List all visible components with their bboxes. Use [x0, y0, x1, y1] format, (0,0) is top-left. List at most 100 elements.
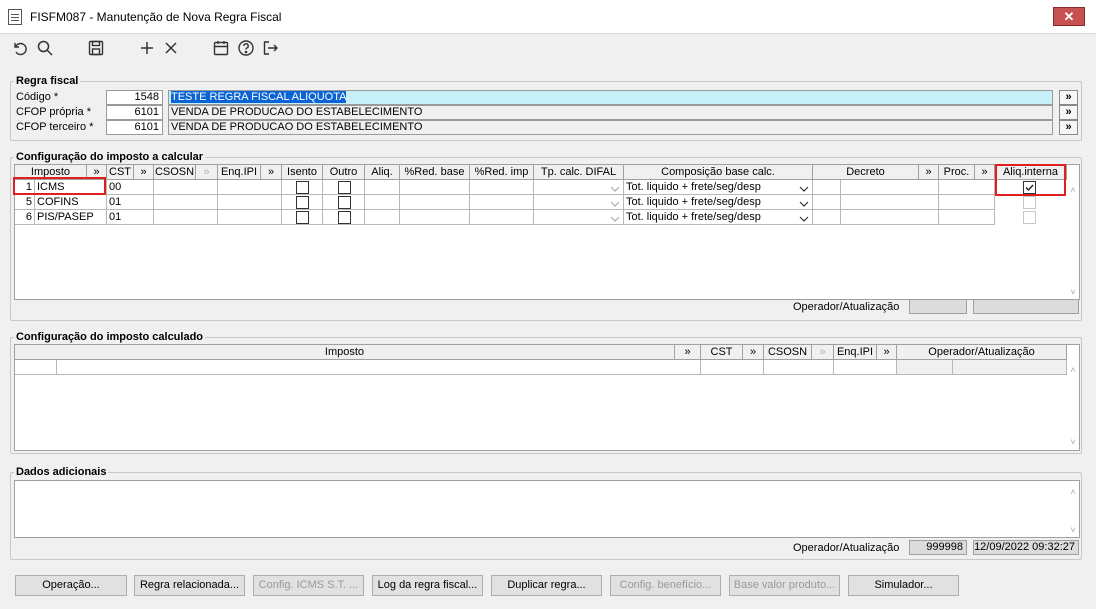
header-decreto-lookup[interactable]: » — [919, 165, 939, 180]
codigo-lookup-button[interactable]: » — [1059, 90, 1078, 105]
header-tp-calc-difal[interactable]: Tp. calc. DIFAL — [534, 165, 624, 180]
header-decreto[interactable]: Decreto — [813, 165, 919, 180]
row-cst[interactable]: 01 — [107, 210, 154, 225]
imposto-calculado-label: Configuração do imposto calculado — [14, 331, 206, 343]
row-cst[interactable] — [701, 360, 764, 375]
isento-checkbox[interactable] — [296, 181, 309, 194]
header-outro[interactable]: Outro — [323, 165, 365, 180]
header-enq-ipi-lookup[interactable]: » — [261, 165, 282, 180]
close-button[interactable]: ✕ — [1053, 7, 1085, 26]
row-aliq[interactable] — [365, 180, 400, 195]
header-proc-lookup[interactable]: » — [975, 165, 995, 180]
isento-checkbox[interactable] — [296, 196, 309, 209]
codigo-description-field[interactable]: TESTE REGRA FISCAL ALIQUOTA — [168, 90, 1053, 105]
row-csosn[interactable] — [154, 210, 218, 225]
header-isento[interactable]: Isento — [282, 165, 323, 180]
header-cst-lookup[interactable]: » — [134, 165, 154, 180]
row-enq-ipi[interactable] — [218, 210, 282, 225]
outro-checkbox[interactable] — [338, 181, 351, 194]
row-csosn[interactable] — [154, 195, 218, 210]
row-red-base[interactable] — [400, 195, 470, 210]
row-decreto[interactable] — [841, 180, 939, 195]
header-cst[interactable]: CST — [107, 165, 134, 180]
scroll-down-icon[interactable]: ˅ — [1067, 287, 1079, 297]
row-red-imp[interactable] — [470, 210, 534, 225]
cfop-terceiro-label: CFOP terceiro * — [16, 121, 94, 133]
header-enq-ipi[interactable]: Enq.IPI — [218, 165, 261, 180]
simulador-button[interactable]: Simulador... — [848, 575, 959, 596]
cfop-propria-lookup-button[interactable]: » — [1059, 105, 1078, 120]
operacao-button[interactable]: Operação... — [15, 575, 127, 596]
row-red-base[interactable] — [400, 180, 470, 195]
help-icon[interactable] — [235, 37, 257, 59]
cfop-propria-field[interactable]: 6101 — [106, 105, 163, 120]
row-red-imp[interactable] — [470, 195, 534, 210]
row-csosn[interactable] — [154, 180, 218, 195]
isento-checkbox[interactable] — [296, 211, 309, 224]
row-operador — [897, 360, 953, 375]
log-regra-fiscal-button[interactable]: Log da regra fiscal... — [372, 575, 483, 596]
chevron-down-icon — [610, 186, 620, 192]
header-red-base[interactable]: %Red. base — [400, 165, 470, 180]
undo-icon[interactable] — [9, 37, 31, 59]
row-decreto[interactable] — [841, 195, 939, 210]
row-red-base[interactable] — [400, 210, 470, 225]
duplicar-regra-button[interactable]: Duplicar regra... — [491, 575, 602, 596]
header-imposto[interactable]: Imposto — [15, 345, 675, 360]
row-proc[interactable] — [939, 180, 995, 195]
cfop-terceiro-field[interactable]: 6101 — [106, 120, 163, 135]
calendar-icon[interactable] — [210, 37, 232, 59]
header-cst[interactable]: CST — [701, 345, 743, 360]
atualizacao-value: 12/09/2022 09:32:27 — [973, 540, 1079, 555]
row-proc[interactable] — [939, 195, 995, 210]
row-imposto[interactable]: PIS/PASEP — [35, 210, 107, 225]
row-enq-ipi[interactable] — [834, 360, 897, 375]
row-proc[interactable] — [939, 210, 995, 225]
row-aliq[interactable] — [365, 195, 400, 210]
cfop-propria-description: VENDA DE PRODUCAO DO ESTABELECIMENTO — [168, 105, 1053, 120]
header-csosn[interactable]: CSOSN — [764, 345, 812, 360]
row-composicao-select[interactable]: Tot. liquido + frete/seg/desp — [624, 210, 813, 225]
scroll-down-icon[interactable]: ˅ — [1067, 525, 1079, 535]
row-composicao-select[interactable]: Tot. liquido + frete/seg/desp — [624, 195, 813, 210]
row-enq-ipi[interactable] — [218, 180, 282, 195]
scroll-up-icon[interactable]: ˄ — [1067, 365, 1079, 375]
header-composicao[interactable]: Composição base calc. — [624, 165, 813, 180]
header-csosn[interactable]: CSOSN — [154, 165, 196, 180]
scroll-up-icon[interactable]: ˄ — [1067, 487, 1079, 497]
row-decreto[interactable] — [841, 210, 939, 225]
delete-icon[interactable] — [160, 37, 182, 59]
header-operador[interactable]: Operador/Atualização — [897, 345, 1067, 360]
outro-checkbox[interactable] — [338, 211, 351, 224]
row-red-imp[interactable] — [470, 180, 534, 195]
header-imposto-lookup[interactable]: » — [675, 345, 701, 360]
row-imposto[interactable] — [57, 360, 701, 375]
search-icon[interactable] — [34, 37, 56, 59]
row-aliq[interactable] — [365, 210, 400, 225]
dados-adicionais-textarea[interactable]: ˄ ˅ — [14, 480, 1080, 538]
add-icon[interactable] — [136, 37, 158, 59]
cfop-terceiro-lookup-button[interactable]: » — [1059, 120, 1078, 135]
row-composicao-select[interactable]: Tot. liquido + frete/seg/desp — [624, 180, 813, 195]
operador-label: Operador/Atualização — [793, 542, 900, 554]
row-cst[interactable]: 01 — [107, 195, 154, 210]
header-cst-lookup[interactable]: » — [743, 345, 764, 360]
header-enq-ipi[interactable]: Enq.IPI — [834, 345, 877, 360]
imposto-calculado-table: Imposto » CST » CSOSN » Enq.IPI » Operad… — [14, 344, 1080, 451]
header-aliq[interactable]: Aliq. — [365, 165, 400, 180]
row-csosn[interactable] — [764, 360, 834, 375]
header-csosn-lookup: » — [196, 165, 218, 180]
save-icon[interactable] — [85, 37, 107, 59]
scroll-down-icon[interactable]: ˅ — [1067, 437, 1079, 447]
header-red-imp[interactable]: %Red. imp — [470, 165, 534, 180]
codigo-field[interactable]: 1548 — [106, 90, 163, 105]
header-proc[interactable]: Proc. — [939, 165, 975, 180]
row-imposto[interactable]: COFINS — [35, 195, 107, 210]
regra-relacionada-button[interactable]: Regra relacionada... — [134, 575, 245, 596]
row-enq-ipi[interactable] — [218, 195, 282, 210]
header-enq-ipi-lookup[interactable]: » — [877, 345, 897, 360]
scroll-up-icon[interactable]: ˄ — [1067, 185, 1079, 195]
exit-icon[interactable] — [259, 37, 281, 59]
outro-checkbox[interactable] — [338, 196, 351, 209]
row-cst[interactable]: 00 — [107, 180, 154, 195]
